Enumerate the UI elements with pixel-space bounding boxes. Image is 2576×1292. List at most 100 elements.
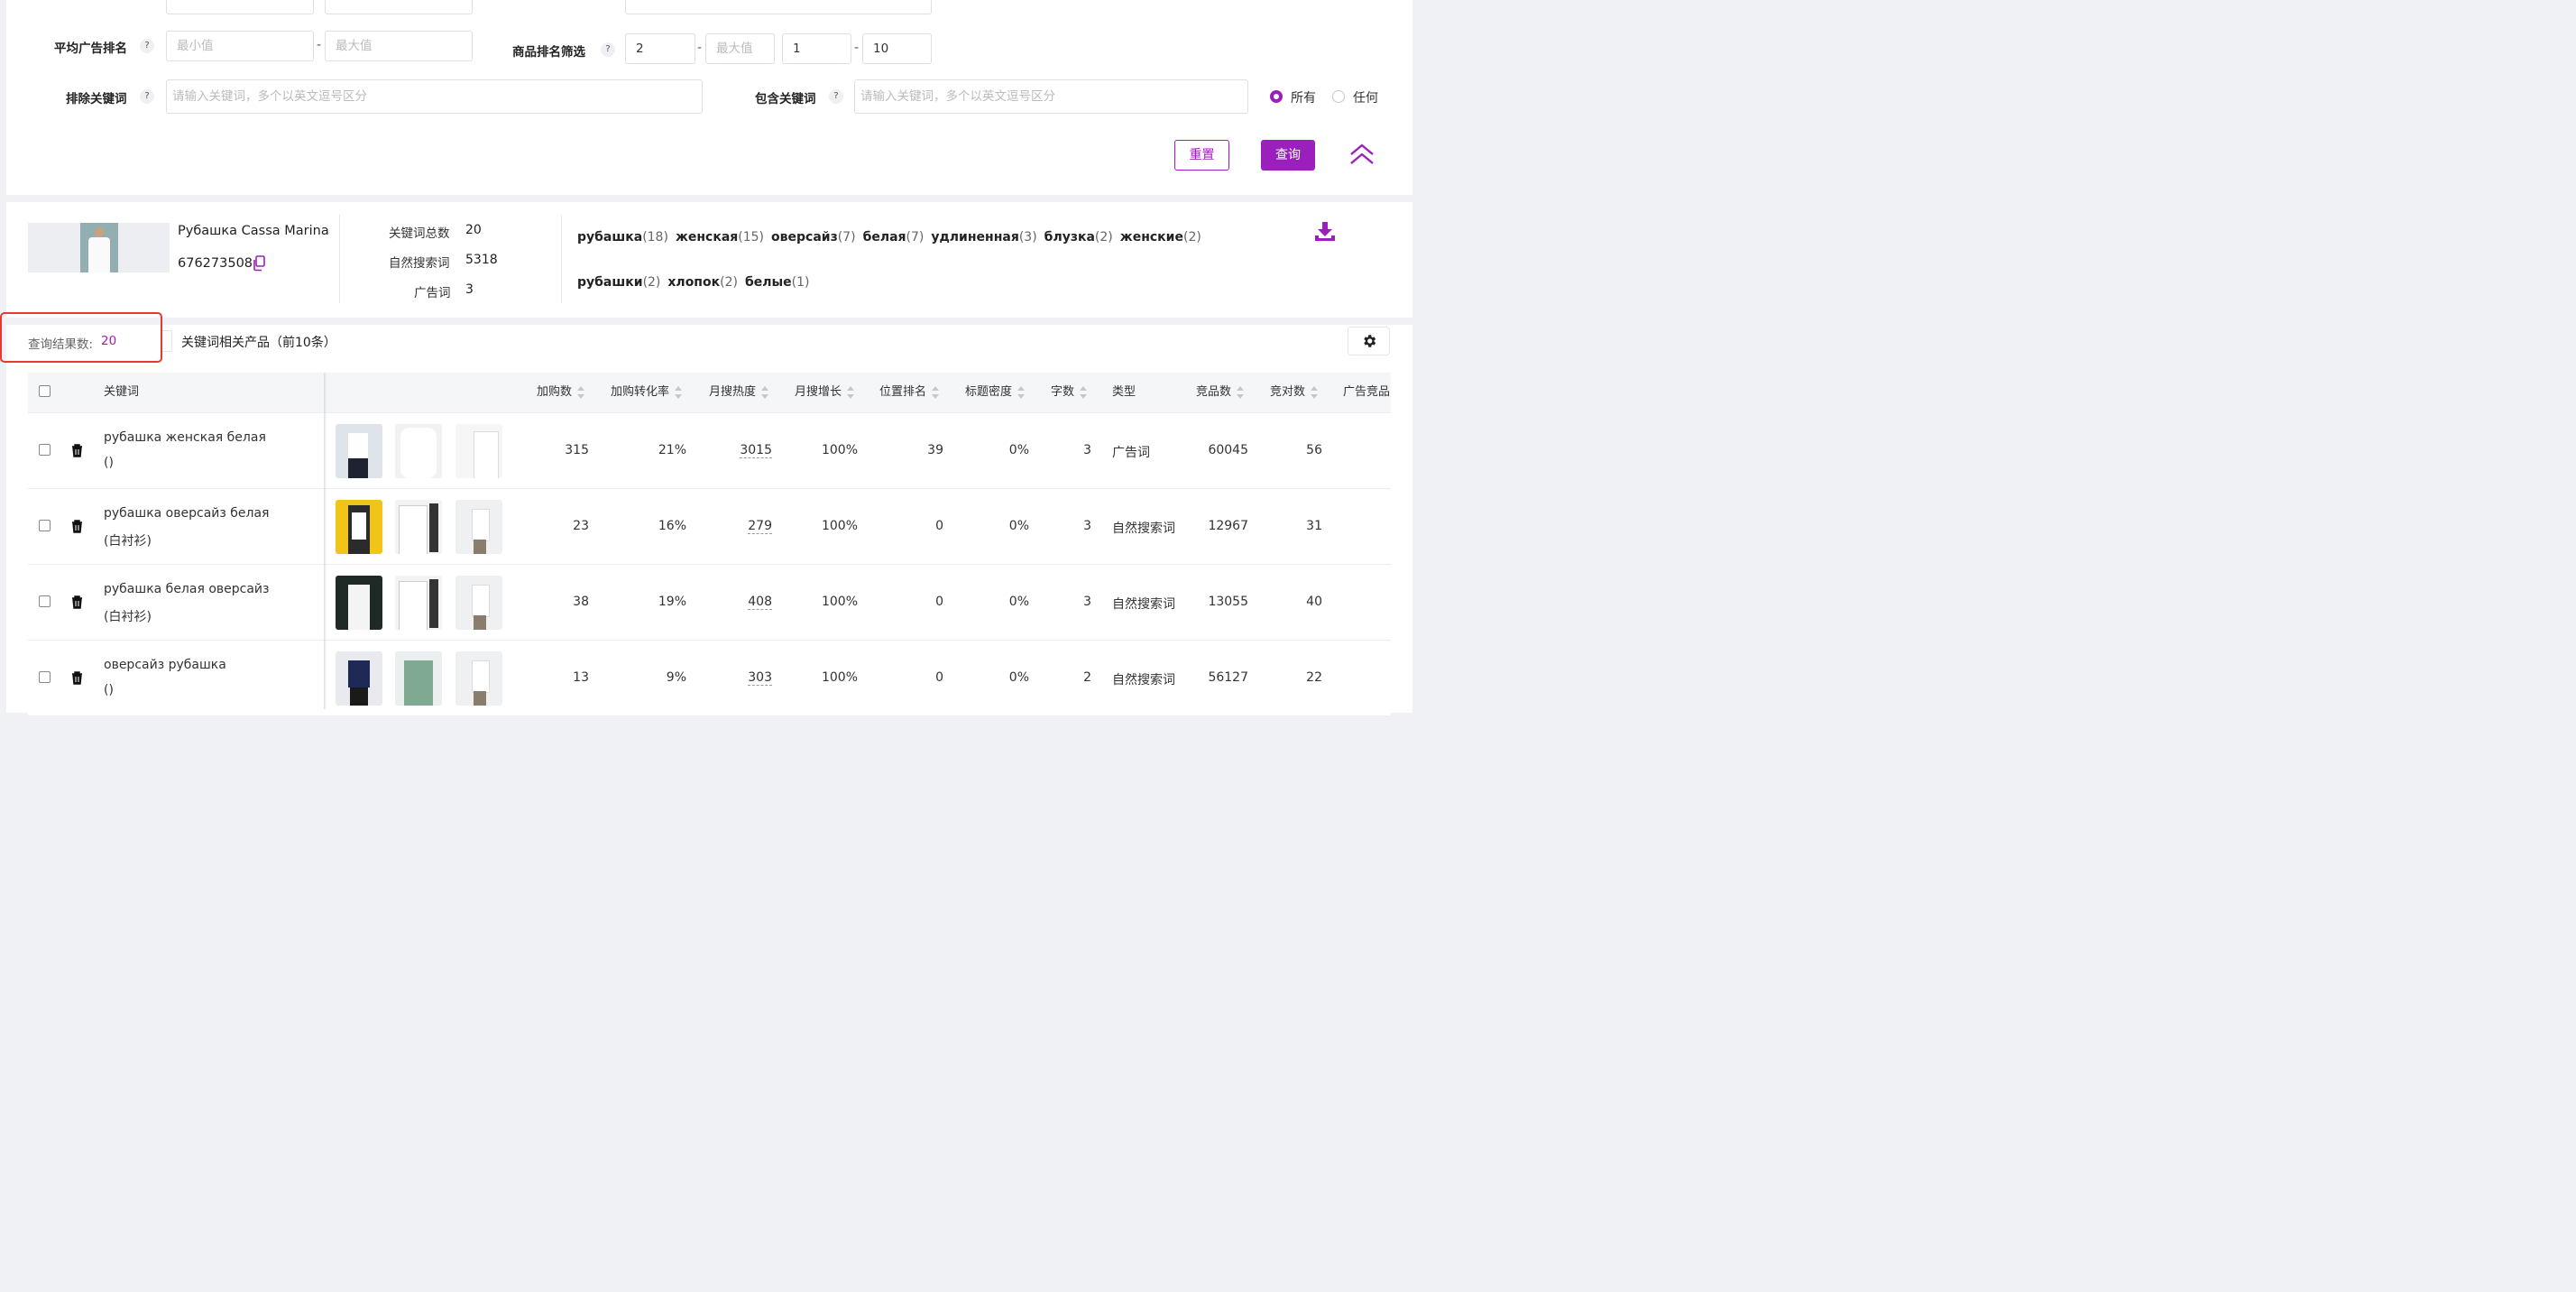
header-position-rank[interactable]: 位置排名 <box>879 373 940 412</box>
related-product-thumb[interactable] <box>395 576 442 630</box>
page-to-input[interactable]: 10 <box>862 33 932 64</box>
avg-ad-rank-label: 平均广告排名 <box>54 42 127 56</box>
related-product-thumb[interactable] <box>455 651 502 706</box>
trash-icon[interactable] <box>71 671 83 688</box>
cell-cart: 23 <box>573 519 589 533</box>
keyword-chip[interactable]: блузка(2) <box>1044 215 1113 260</box>
related-product-thumb[interactable] <box>336 576 382 630</box>
cell-monthly-heat[interactable]: 408 <box>748 595 772 610</box>
trash-icon[interactable] <box>71 595 83 613</box>
sort-icon[interactable] <box>1080 385 1088 399</box>
header-cart[interactable]: 加购数 <box>537 373 585 412</box>
related-product-thumb[interactable] <box>395 500 442 554</box>
range-dash: - <box>697 41 703 55</box>
prev-max-input[interactable] <box>325 0 473 14</box>
keyword-chip[interactable]: оверсайз(7) <box>771 215 856 260</box>
cell-monthly-heat[interactable]: 279 <box>748 519 772 534</box>
prev-wide-input[interactable] <box>625 0 932 14</box>
related-product-thumb[interactable] <box>336 424 382 478</box>
sort-icon[interactable] <box>675 385 683 399</box>
keyword-chip[interactable]: рубашка(18) <box>577 215 668 260</box>
keyword-chip[interactable]: белая(7) <box>863 215 925 260</box>
cell-position-rank: 0 <box>935 595 943 609</box>
keyword-chip[interactable]: женская(15) <box>676 215 764 260</box>
avg-ad-rank-min-input[interactable]: 最小值 <box>166 31 314 61</box>
include-keywords-input[interactable]: 请输入关键词，多个以英文逗号区分 <box>854 79 1248 114</box>
header-title-density[interactable]: 标题密度 <box>965 373 1026 412</box>
keyword-chip[interactable]: хлопок(2) <box>667 260 738 305</box>
stat-natural-value: 5318 <box>465 253 498 267</box>
help-icon[interactable]: ? <box>140 39 154 53</box>
header-keyword: 关键词 <box>104 385 140 399</box>
cell-cart-rate: 9% <box>666 670 686 685</box>
keyword-text[interactable]: рубашка оверсайз белая <box>104 506 269 521</box>
keyword-chip[interactable]: рубашки(2) <box>577 260 660 305</box>
keyword-chip[interactable]: белые(1) <box>745 260 810 305</box>
trash-icon[interactable] <box>71 444 83 461</box>
reset-button[interactable]: 重置 <box>1174 140 1229 171</box>
cell-monthly-heat[interactable]: 303 <box>748 670 772 686</box>
row-checkbox[interactable] <box>39 520 51 531</box>
product-rank-to-input[interactable]: 最大值 <box>705 33 775 64</box>
related-product-thumb[interactable] <box>455 576 502 630</box>
radio-any[interactable] <box>1332 90 1345 103</box>
related-products-tab[interactable]: 关键词相关产品（前10条） <box>181 333 336 351</box>
trash-icon[interactable] <box>71 520 83 537</box>
radio-all[interactable] <box>1270 90 1283 103</box>
cell-title-density: 0% <box>1008 595 1029 609</box>
help-icon[interactable]: ? <box>140 89 154 104</box>
radio-all-label[interactable]: 所有 <box>1291 88 1316 106</box>
related-product-thumb[interactable] <box>455 500 502 554</box>
select-all-checkbox[interactable] <box>39 385 51 397</box>
help-icon[interactable]: ? <box>601 42 615 57</box>
keyword-chip[interactable]: удлиненная(3) <box>931 215 1036 260</box>
page-from-input[interactable]: 1 <box>782 33 851 64</box>
related-product-thumb[interactable] <box>336 500 382 554</box>
row-checkbox[interactable] <box>39 444 51 456</box>
sort-icon[interactable] <box>847 385 855 399</box>
sort-icon[interactable] <box>761 385 769 399</box>
prev-min-input[interactable] <box>166 0 314 14</box>
product-id: 676273508 <box>178 256 253 271</box>
cell-cart-rate: 16% <box>658 519 686 533</box>
header-monthly-growth[interactable]: 月搜增长 <box>795 373 855 412</box>
row-checkbox[interactable] <box>39 595 51 607</box>
cell-position-rank: 0 <box>935 519 943 533</box>
keyword-chip[interactable]: женские(2) <box>1120 215 1201 260</box>
keyword-text[interactable]: оверсайз рубашка <box>104 658 226 672</box>
header-competitors[interactable]: 竞品数 <box>1196 373 1245 412</box>
radio-any-label[interactable]: 任何 <box>1353 88 1378 106</box>
related-product-thumb[interactable] <box>455 424 502 478</box>
keyword-text[interactable]: рубашка белая оверсайз <box>104 582 269 596</box>
exclude-keywords-input[interactable]: 请输入关键词，多个以英文逗号区分 <box>166 79 703 114</box>
cell-monthly-growth: 100% <box>821 443 858 457</box>
cell-bid-count: 40 <box>1306 595 1322 609</box>
header-monthly-heat[interactable]: 月搜热度 <box>709 373 769 412</box>
related-product-thumb[interactable] <box>336 651 382 706</box>
sort-icon[interactable] <box>1311 385 1319 399</box>
keyword-text[interactable]: рубашка женская белая <box>104 430 266 445</box>
copy-icon[interactable] <box>252 255 266 275</box>
collapse-up-icon[interactable] <box>1348 143 1375 170</box>
product-rank-from-input[interactable]: 2 <box>625 33 695 64</box>
related-product-thumb[interactable] <box>395 651 442 706</box>
download-icon[interactable] <box>1314 221 1336 246</box>
cell-monthly-heat[interactable]: 3015 <box>740 443 772 458</box>
avg-ad-rank-max-input[interactable]: 最大值 <box>325 31 473 61</box>
row-checkbox[interactable] <box>39 671 51 683</box>
search-button[interactable]: 查询 <box>1261 140 1315 171</box>
result-count-value: 20 <box>101 334 117 348</box>
sort-icon[interactable] <box>932 385 940 399</box>
help-icon[interactable]: ? <box>829 89 843 104</box>
cell-title-density: 0% <box>1008 519 1029 533</box>
sort-icon[interactable] <box>1237 385 1245 399</box>
header-word-count[interactable]: 字数 <box>1051 373 1088 412</box>
keyword-translation: () <box>104 683 114 697</box>
product-image[interactable] <box>28 223 170 272</box>
header-cart-rate[interactable]: 加购转化率 <box>611 373 683 412</box>
settings-button[interactable] <box>1348 327 1390 355</box>
sort-icon[interactable] <box>577 385 585 399</box>
sort-icon[interactable] <box>1017 385 1026 399</box>
related-product-thumb[interactable] <box>395 424 442 478</box>
header-bid-count[interactable]: 竞对数 <box>1270 373 1319 412</box>
